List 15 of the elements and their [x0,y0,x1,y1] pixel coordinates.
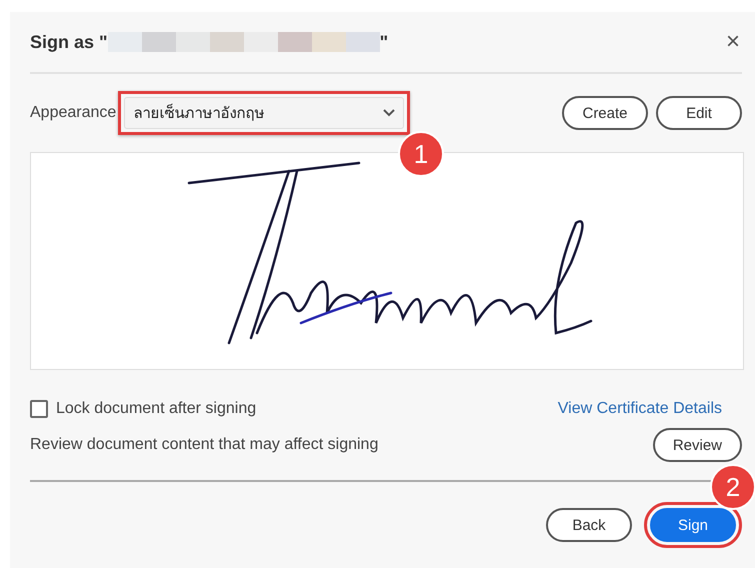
dialog-title: Sign as " [30,32,108,52]
lock-checkbox[interactable] [30,400,48,418]
step-badge: 2 [710,464,755,510]
review-button[interactable]: Review [652,428,742,462]
close-button[interactable]: × [724,30,742,54]
edit-button[interactable]: Edit [656,96,742,130]
review-text: Review document content that may affect signing [30,436,378,454]
dialog-title: " [380,32,388,52]
lock-label: Lock document after signing [56,400,256,418]
back-button[interactable]: Back [546,508,632,542]
create-button[interactable]: Create [562,96,648,130]
appearance-dropdown[interactable]: ลายเซ็นภาษาอังกฤษ [124,97,404,129]
view-certificate-link[interactable]: View Certificate Details [558,400,722,418]
chevron-down-icon [383,109,396,117]
appearance-label: Appearance [30,104,116,122]
